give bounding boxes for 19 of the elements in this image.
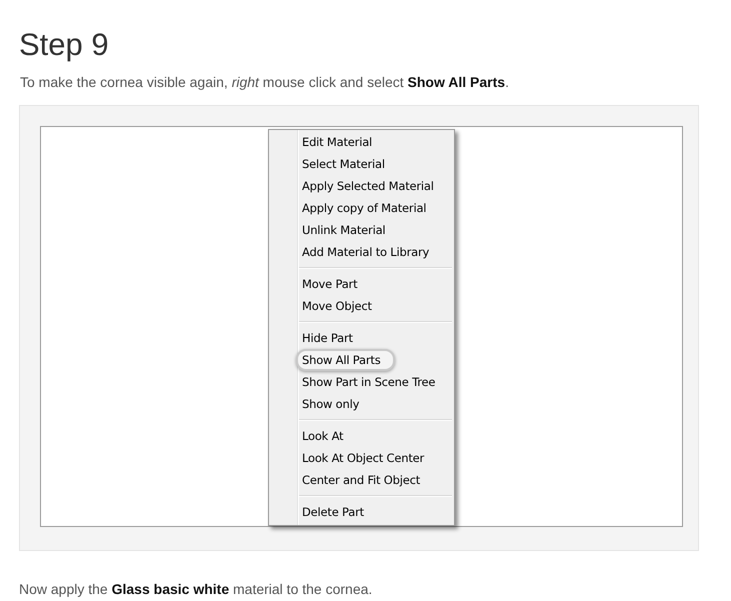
instruction-text: To make the cornea visible again, right mouse click and select Show All Parts.: [20, 73, 510, 91]
menu-item[interactable]: Edit Material: [296, 131, 378, 153]
menu-item[interactable]: Show only: [296, 393, 366, 415]
menu-item[interactable]: Apply Selected Material: [296, 175, 440, 197]
menu-item[interactable]: Delete Part: [296, 501, 370, 523]
menu-item[interactable]: Show Part in Scene Tree: [296, 371, 442, 393]
menu-item[interactable]: Add Material to Library: [296, 241, 436, 263]
menu-item[interactable]: Center and Fit Object: [296, 469, 426, 491]
step-title: Step 9: [19, 26, 110, 64]
menu-item[interactable]: Apply copy of Material: [296, 197, 432, 219]
menu-item[interactable]: Look At: [296, 425, 350, 447]
menu-item[interactable]: Move Object: [296, 295, 378, 317]
menu-item[interactable]: Look At Object Center: [296, 447, 430, 469]
menu-item[interactable]: Move Part: [296, 273, 364, 295]
menu-item[interactable]: Select Material: [296, 153, 391, 175]
menu-item[interactable]: Show All Parts: [296, 349, 394, 371]
menu-item[interactable]: Unlink Material: [296, 219, 392, 241]
instruction-text: Now apply the Glass basic white material to the cornea.: [19, 581, 374, 597]
menu-item[interactable]: Hide Part: [296, 327, 359, 349]
